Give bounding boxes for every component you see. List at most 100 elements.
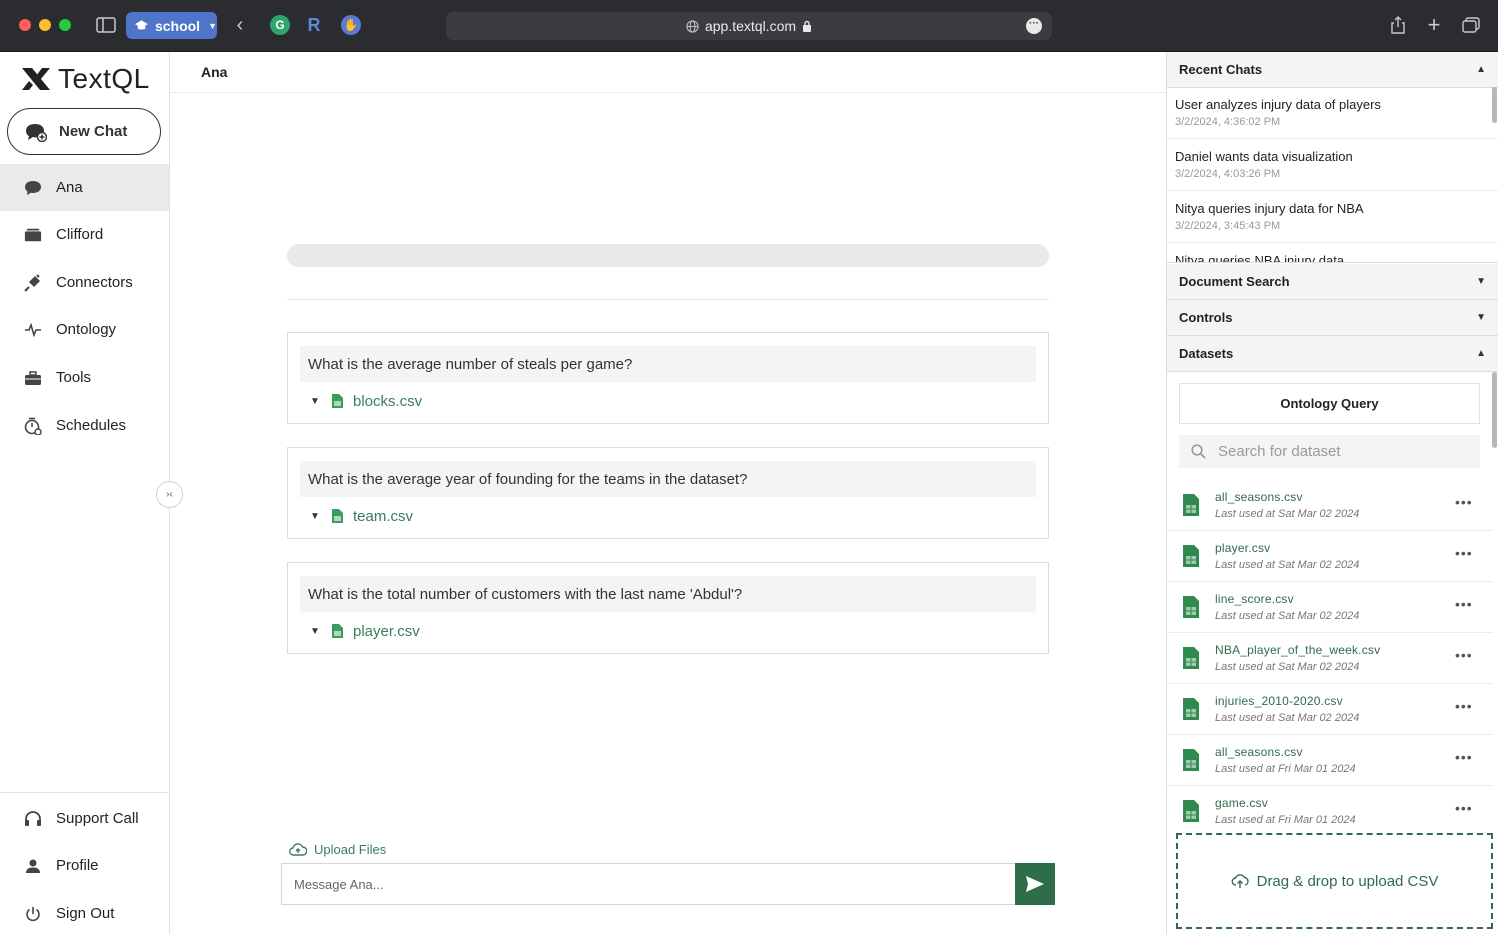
recent-chats-title: Recent Chats xyxy=(1179,62,1263,77)
dataset-item[interactable]: player.csv Last used at Sat Mar 02 2024 … xyxy=(1167,531,1493,582)
recent-chat-date: 3/2/2024, 4:36:02 PM xyxy=(1175,116,1281,128)
sidebar-item-ana[interactable]: Ana xyxy=(0,164,169,211)
new-tab-icon[interactable]: + xyxy=(1424,12,1444,37)
profile-switcher[interactable]: school ▼ xyxy=(126,12,217,39)
more-options-icon[interactable]: ••• xyxy=(1455,698,1473,714)
collapse-sidebar-button[interactable]: ›‹ xyxy=(156,481,183,508)
question-dataset[interactable]: ▼ blocks.csv xyxy=(310,391,422,411)
recent-chat-item[interactable]: Nitya queries injury data for NBA 3/2/20… xyxy=(1167,191,1498,243)
suggested-question-text[interactable]: What is the total number of customers wi… xyxy=(300,576,1036,612)
r-extension-icon[interactable]: R xyxy=(304,15,324,35)
datasets-header[interactable]: Datasets ▲ xyxy=(1167,336,1498,372)
sidebar-item-label: Clifford xyxy=(56,226,104,243)
suggested-question-card[interactable]: What is the average number of steals per… xyxy=(287,332,1049,424)
suggested-question-text[interactable]: What is the average year of founding for… xyxy=(300,461,1036,497)
dataset-search xyxy=(1179,435,1480,468)
left-sidebar: TextQL New Chat Ana Clifford Connectors … xyxy=(0,52,170,934)
more-options-icon[interactable]: ··· xyxy=(1026,18,1042,34)
suggested-question-text[interactable]: What is the average number of steals per… xyxy=(300,346,1036,382)
sidebar-item-ontology[interactable]: Ontology xyxy=(0,306,169,353)
more-options-icon[interactable]: ••• xyxy=(1455,800,1473,816)
dataset-item[interactable]: game.csv Last used at Fri Mar 01 2024 ••… xyxy=(1167,786,1493,826)
ontology-query-button[interactable]: Ontology Query xyxy=(1179,383,1480,424)
back-arrow-icon[interactable]: ‹ xyxy=(230,14,250,36)
message-input[interactable] xyxy=(294,876,994,892)
datasets-title: Datasets xyxy=(1179,346,1234,361)
more-options-icon[interactable]: ••• xyxy=(1455,545,1473,561)
chevron-down-icon[interactable]: ▼ xyxy=(310,396,322,407)
more-options-icon[interactable]: ••• xyxy=(1455,494,1473,510)
document-search-header[interactable]: Document Search ▼ xyxy=(1167,264,1498,300)
new-chat-label: New Chat xyxy=(59,123,128,140)
controls-header[interactable]: Controls ▼ xyxy=(1167,300,1498,336)
dataset-last-used: Last used at Sat Mar 02 2024 xyxy=(1215,508,1360,520)
dataset-item[interactable]: line_score.csv Last used at Sat Mar 02 2… xyxy=(1167,582,1493,633)
support-call-button[interactable]: Support Call xyxy=(0,795,169,842)
csv-file-icon xyxy=(332,394,343,408)
zoom-window-button[interactable] xyxy=(59,19,71,31)
more-options-icon[interactable]: ••• xyxy=(1455,596,1473,612)
dataset-item[interactable]: NBA_player_of_the_week.csv Last used at … xyxy=(1167,633,1493,684)
tab-overview-icon[interactable] xyxy=(1460,14,1482,36)
csv-dropzone[interactable]: Drag & drop to upload CSV xyxy=(1176,833,1493,929)
dataset-name: injuries_2010-2020.csv xyxy=(1215,694,1343,708)
share-icon[interactable] xyxy=(1388,14,1408,36)
address-bar[interactable]: app.textql.com ··· xyxy=(446,12,1052,40)
dataset-name: all_seasons.csv xyxy=(1215,745,1303,759)
datasets-scrollbar[interactable] xyxy=(1492,372,1497,448)
recent-chats-scrollbar[interactable] xyxy=(1492,87,1497,123)
profile-button[interactable]: Profile xyxy=(0,842,169,889)
sidebar-item-tools[interactable]: Tools xyxy=(0,354,169,401)
grammarly-extension-icon[interactable]: G xyxy=(270,15,290,35)
recent-chat-date: 3/2/2024, 4:03:26 PM xyxy=(1175,168,1281,180)
question-dataset[interactable]: ▼ team.csv xyxy=(310,506,413,526)
more-options-icon[interactable]: ••• xyxy=(1455,749,1473,765)
chevron-down-icon: ▼ xyxy=(208,20,217,31)
recent-chat-title: User analyzes injury data of players xyxy=(1175,97,1381,112)
chat-title: Ana xyxy=(201,64,228,80)
recent-chat-title: Daniel wants data visualization xyxy=(1175,149,1353,164)
dataset-last-used: Last used at Fri Mar 01 2024 xyxy=(1215,814,1356,826)
sign-out-button[interactable]: Sign Out xyxy=(0,890,169,937)
dataset-filename: player.csv xyxy=(353,622,420,640)
question-dataset[interactable]: ▼ player.csv xyxy=(310,621,420,641)
dataset-filename: blocks.csv xyxy=(353,392,423,410)
sidebar-item-label: Schedules xyxy=(56,417,127,434)
hand-extension-icon[interactable]: ✋ xyxy=(341,15,361,35)
close-window-button[interactable] xyxy=(19,19,31,31)
upload-files-button[interactable]: Upload Files xyxy=(289,842,386,857)
new-chat-button[interactable]: New Chat xyxy=(7,108,161,155)
recent-chat-item[interactable]: Nitya queries NBA injury data xyxy=(1167,243,1498,262)
recent-chat-title: Nitya queries injury data for NBA xyxy=(1175,201,1364,216)
more-options-icon[interactable]: ••• xyxy=(1455,647,1473,663)
ontology-query-label: Ontology Query xyxy=(1280,396,1379,411)
sidebar-item-connectors[interactable]: Connectors xyxy=(0,259,169,306)
support-call-label: Support Call xyxy=(56,810,139,827)
send-button[interactable] xyxy=(1015,863,1055,905)
ontology-icon xyxy=(24,321,42,339)
minimize-window-button[interactable] xyxy=(39,19,51,31)
recent-chats-header[interactable]: Recent Chats ▲ xyxy=(1167,52,1498,88)
chevron-down-icon[interactable]: ▼ xyxy=(310,626,322,637)
url-text: app.textql.com xyxy=(704,18,797,34)
dataset-item[interactable]: all_seasons.csv Last used at Fri Mar 01 … xyxy=(1167,735,1493,786)
recent-chat-item[interactable]: User analyzes injury data of players 3/2… xyxy=(1167,87,1498,139)
sidebar-item-clifford[interactable]: Clifford xyxy=(0,211,169,258)
sidebar-item-schedules[interactable]: Schedules xyxy=(0,402,169,449)
new-chat-icon xyxy=(26,123,47,142)
plug-icon xyxy=(24,273,42,292)
dataset-search-input[interactable] xyxy=(1218,443,1468,460)
document-search-title: Document Search xyxy=(1179,274,1290,289)
sidebar-item-label: Ana xyxy=(56,179,83,196)
chevron-down-icon[interactable]: ▼ xyxy=(310,511,322,522)
dataset-item[interactable]: all_seasons.csv Last used at Sat Mar 02 … xyxy=(1167,480,1493,531)
chat-header: Ana xyxy=(170,52,1166,93)
suggested-question-card[interactable]: What is the total number of customers wi… xyxy=(287,562,1049,654)
textql-logo[interactable]: TextQL xyxy=(20,63,150,94)
recent-chat-item[interactable]: Daniel wants data visualization 3/2/2024… xyxy=(1167,139,1498,191)
dataset-item[interactable]: injuries_2010-2020.csv Last used at Sat … xyxy=(1167,684,1493,735)
suggested-question-card[interactable]: What is the average year of founding for… xyxy=(287,447,1049,539)
search-icon xyxy=(1191,444,1206,459)
sidebar-toggle-icon[interactable] xyxy=(95,14,117,36)
spreadsheet-file-icon xyxy=(1183,545,1199,567)
